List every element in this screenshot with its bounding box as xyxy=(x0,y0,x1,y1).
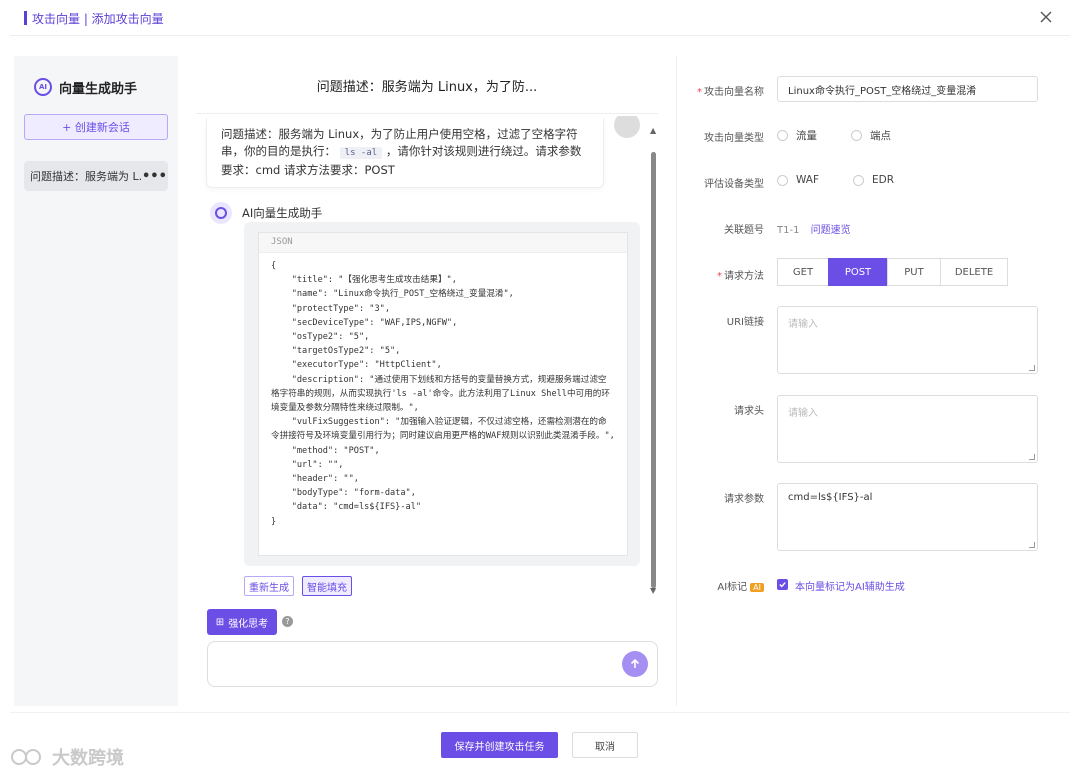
resize-handle-icon[interactable] xyxy=(1029,542,1035,548)
inline-code: ls -al xyxy=(339,147,383,159)
question-id-label: 关联题号 xyxy=(724,225,764,236)
code-line: "targetOsType2": "5", xyxy=(271,346,401,357)
vector-name-input[interactable]: Linux命令执行_POST_空格绕过_变量混淆 xyxy=(777,76,1038,102)
params-label: 请求参数 xyxy=(724,494,764,505)
regenerate-button[interactable]: 重新生成 xyxy=(244,576,294,596)
code-line: "protectType": "3", xyxy=(271,303,390,314)
code-line: "data": "cmd=ls${IFS}-al" xyxy=(271,502,422,513)
chat-title: 问题描述：服务端为 Linux，为了防... xyxy=(316,80,538,95)
radio-edr-label: EDR xyxy=(872,174,895,186)
method-label: * 请求方法 xyxy=(717,271,764,282)
title-accent-bar xyxy=(24,11,27,25)
code-line: "url": "", xyxy=(271,459,344,470)
ai-assistant-name: AI向量生成助手 xyxy=(242,206,323,220)
resize-handle-icon[interactable] xyxy=(1029,365,1035,371)
send-button[interactable] xyxy=(622,651,648,677)
column-divider xyxy=(676,56,677,706)
ai-response-card: JSON { "title": "【强化思考生成攻击结果】", "name": … xyxy=(244,222,640,566)
ai-mark-label: AI标记 AI xyxy=(644,578,764,593)
uri-label: URI链接 xyxy=(726,317,764,328)
radio-waf[interactable] xyxy=(777,174,788,186)
method-delete-button[interactable]: DELETE xyxy=(940,258,1008,286)
assistant-title: 向量生成助手 xyxy=(59,81,138,97)
save-and-create-task-button[interactable]: 保存并创建攻击任务 xyxy=(441,732,558,758)
json-code: { "title": "【强化思考生成攻击结果】", "name": "Linu… xyxy=(259,253,627,535)
code-line: "bodyType": "form-data", xyxy=(271,488,416,499)
ai-mark-checkbox[interactable] xyxy=(777,579,788,590)
chat-header: 问题描述：服务端为 Linux，为了防... xyxy=(196,56,658,114)
ai-logo-icon: AI xyxy=(34,78,52,96)
code-line: "name": "Linux命令执行_POST_空格绕过_变量混淆", xyxy=(271,289,514,300)
device-type-label: 评估设备类型 xyxy=(704,179,764,190)
code-line: "method": "POST", xyxy=(271,445,380,456)
deep-think-button[interactable]: ⊞ 强化思考 xyxy=(207,609,277,635)
chat-messages: 问题描述：服务端为 Linux，为了防止用户使用空格，过滤了空格字符串，你的目的… xyxy=(196,116,662,596)
dialog-header: 攻击向量 | 添加攻击向量 xyxy=(10,0,1070,36)
type-label: 攻击向量类型 xyxy=(704,133,764,144)
new-chat-button[interactable]: + 创建新会话 xyxy=(24,114,168,140)
code-line: "vulFixSuggestion": "加强输入验证逻辑，不仅过滤空格，还需检… xyxy=(271,417,615,442)
method-button-group: GET POST PUT DELETE xyxy=(777,258,1008,286)
device-type-radio-group: WAF EDR xyxy=(777,174,928,186)
dialog-title: 攻击向量 | 添加攻击向量 xyxy=(32,12,164,26)
assistant-header: AI 向量生成助手 xyxy=(34,78,138,97)
code-line: { xyxy=(271,261,277,271)
vector-type-radio-group: 流量 端点 xyxy=(777,128,925,143)
ai-assistant-avatar-icon xyxy=(210,202,232,224)
headers-textarea[interactable]: 请输入 xyxy=(777,395,1038,463)
uri-textarea[interactable]: 请输入 xyxy=(777,306,1038,374)
radio-waf-label: WAF xyxy=(796,174,820,186)
more-icon[interactable]: ••• xyxy=(142,169,167,184)
method-post-button[interactable]: POST xyxy=(828,258,888,286)
ai-message-header: AI向量生成助手 xyxy=(210,202,322,224)
smart-fill-button[interactable]: 智能填充 xyxy=(302,576,352,596)
assistant-sidebar: AI 向量生成助手 + 创建新会话 问题描述：服务端为 L... ••• xyxy=(14,56,178,706)
scrollbar-thumb[interactable] xyxy=(651,152,656,588)
code-language-label: JSON xyxy=(259,233,627,253)
code-line: "executorType": "HttpClient", xyxy=(271,360,442,371)
ai-mark-checkbox-label: 本向量标记为AI辅助生成 xyxy=(795,582,905,593)
user-avatar xyxy=(614,116,640,138)
params-value: cmd=ls${IFS}-al xyxy=(788,492,873,503)
radio-traffic-label: 流量 xyxy=(796,130,817,142)
chat-input[interactable] xyxy=(207,641,658,687)
question-id-value: T1-1 xyxy=(777,225,800,236)
user-message: 问题描述：服务端为 Linux，为了防止用户使用空格，过滤了空格字符串，你的目的… xyxy=(206,118,604,188)
radio-edr[interactable] xyxy=(853,174,865,186)
params-textarea[interactable]: cmd=ls${IFS}-al xyxy=(777,483,1038,551)
ai-badge: AI xyxy=(750,583,764,592)
headers-placeholder: 请输入 xyxy=(788,408,818,419)
session-item[interactable]: 问题描述：服务端为 L... ••• xyxy=(24,161,168,191)
check-icon xyxy=(779,582,786,588)
code-line: } xyxy=(271,516,277,527)
code-line: "title": "【强化思考生成攻击结果】", xyxy=(271,275,457,286)
radio-traffic[interactable] xyxy=(777,130,788,141)
arrow-up-icon xyxy=(630,658,640,668)
help-icon[interactable]: ? xyxy=(282,616,293,627)
radio-endpoint[interactable] xyxy=(851,130,862,141)
close-icon[interactable] xyxy=(1036,7,1056,27)
brand-watermark: 大数跨境 xyxy=(8,744,124,770)
deep-think-label: 强化思考 xyxy=(228,618,269,630)
brand-name: 大数跨境 xyxy=(52,748,124,769)
code-line: "osType2": "5", xyxy=(271,332,370,343)
grid-icon: ⊞ xyxy=(215,616,225,628)
question-id-row: T1-1 问题速览 xyxy=(777,221,851,236)
code-line: "header": "", xyxy=(271,474,359,485)
resize-handle-icon[interactable] xyxy=(1029,454,1035,460)
footer-divider xyxy=(10,712,1070,713)
headers-label: 请求头 xyxy=(734,406,764,417)
method-put-button[interactable]: PUT xyxy=(887,258,941,286)
code-line: "secDeviceType": "WAF,IPS,NGFW", xyxy=(271,317,458,328)
session-label: 问题描述：服务端为 L... xyxy=(30,170,142,183)
question-preview-link[interactable]: 问题速览 xyxy=(811,225,851,236)
radio-endpoint-label: 端点 xyxy=(870,130,891,142)
brand-logo-icon xyxy=(11,749,41,765)
cancel-button[interactable]: 取消 xyxy=(572,732,638,758)
code-line: "description": "通过使用下划线和方括号的变量替换方式，规避服务端… xyxy=(271,374,610,414)
code-block: JSON { "title": "【强化思考生成攻击结果】", "name": … xyxy=(258,232,628,556)
method-get-button[interactable]: GET xyxy=(777,258,829,286)
name-label: * 攻击向量名称 xyxy=(697,87,764,98)
uri-placeholder: 请输入 xyxy=(788,319,818,330)
